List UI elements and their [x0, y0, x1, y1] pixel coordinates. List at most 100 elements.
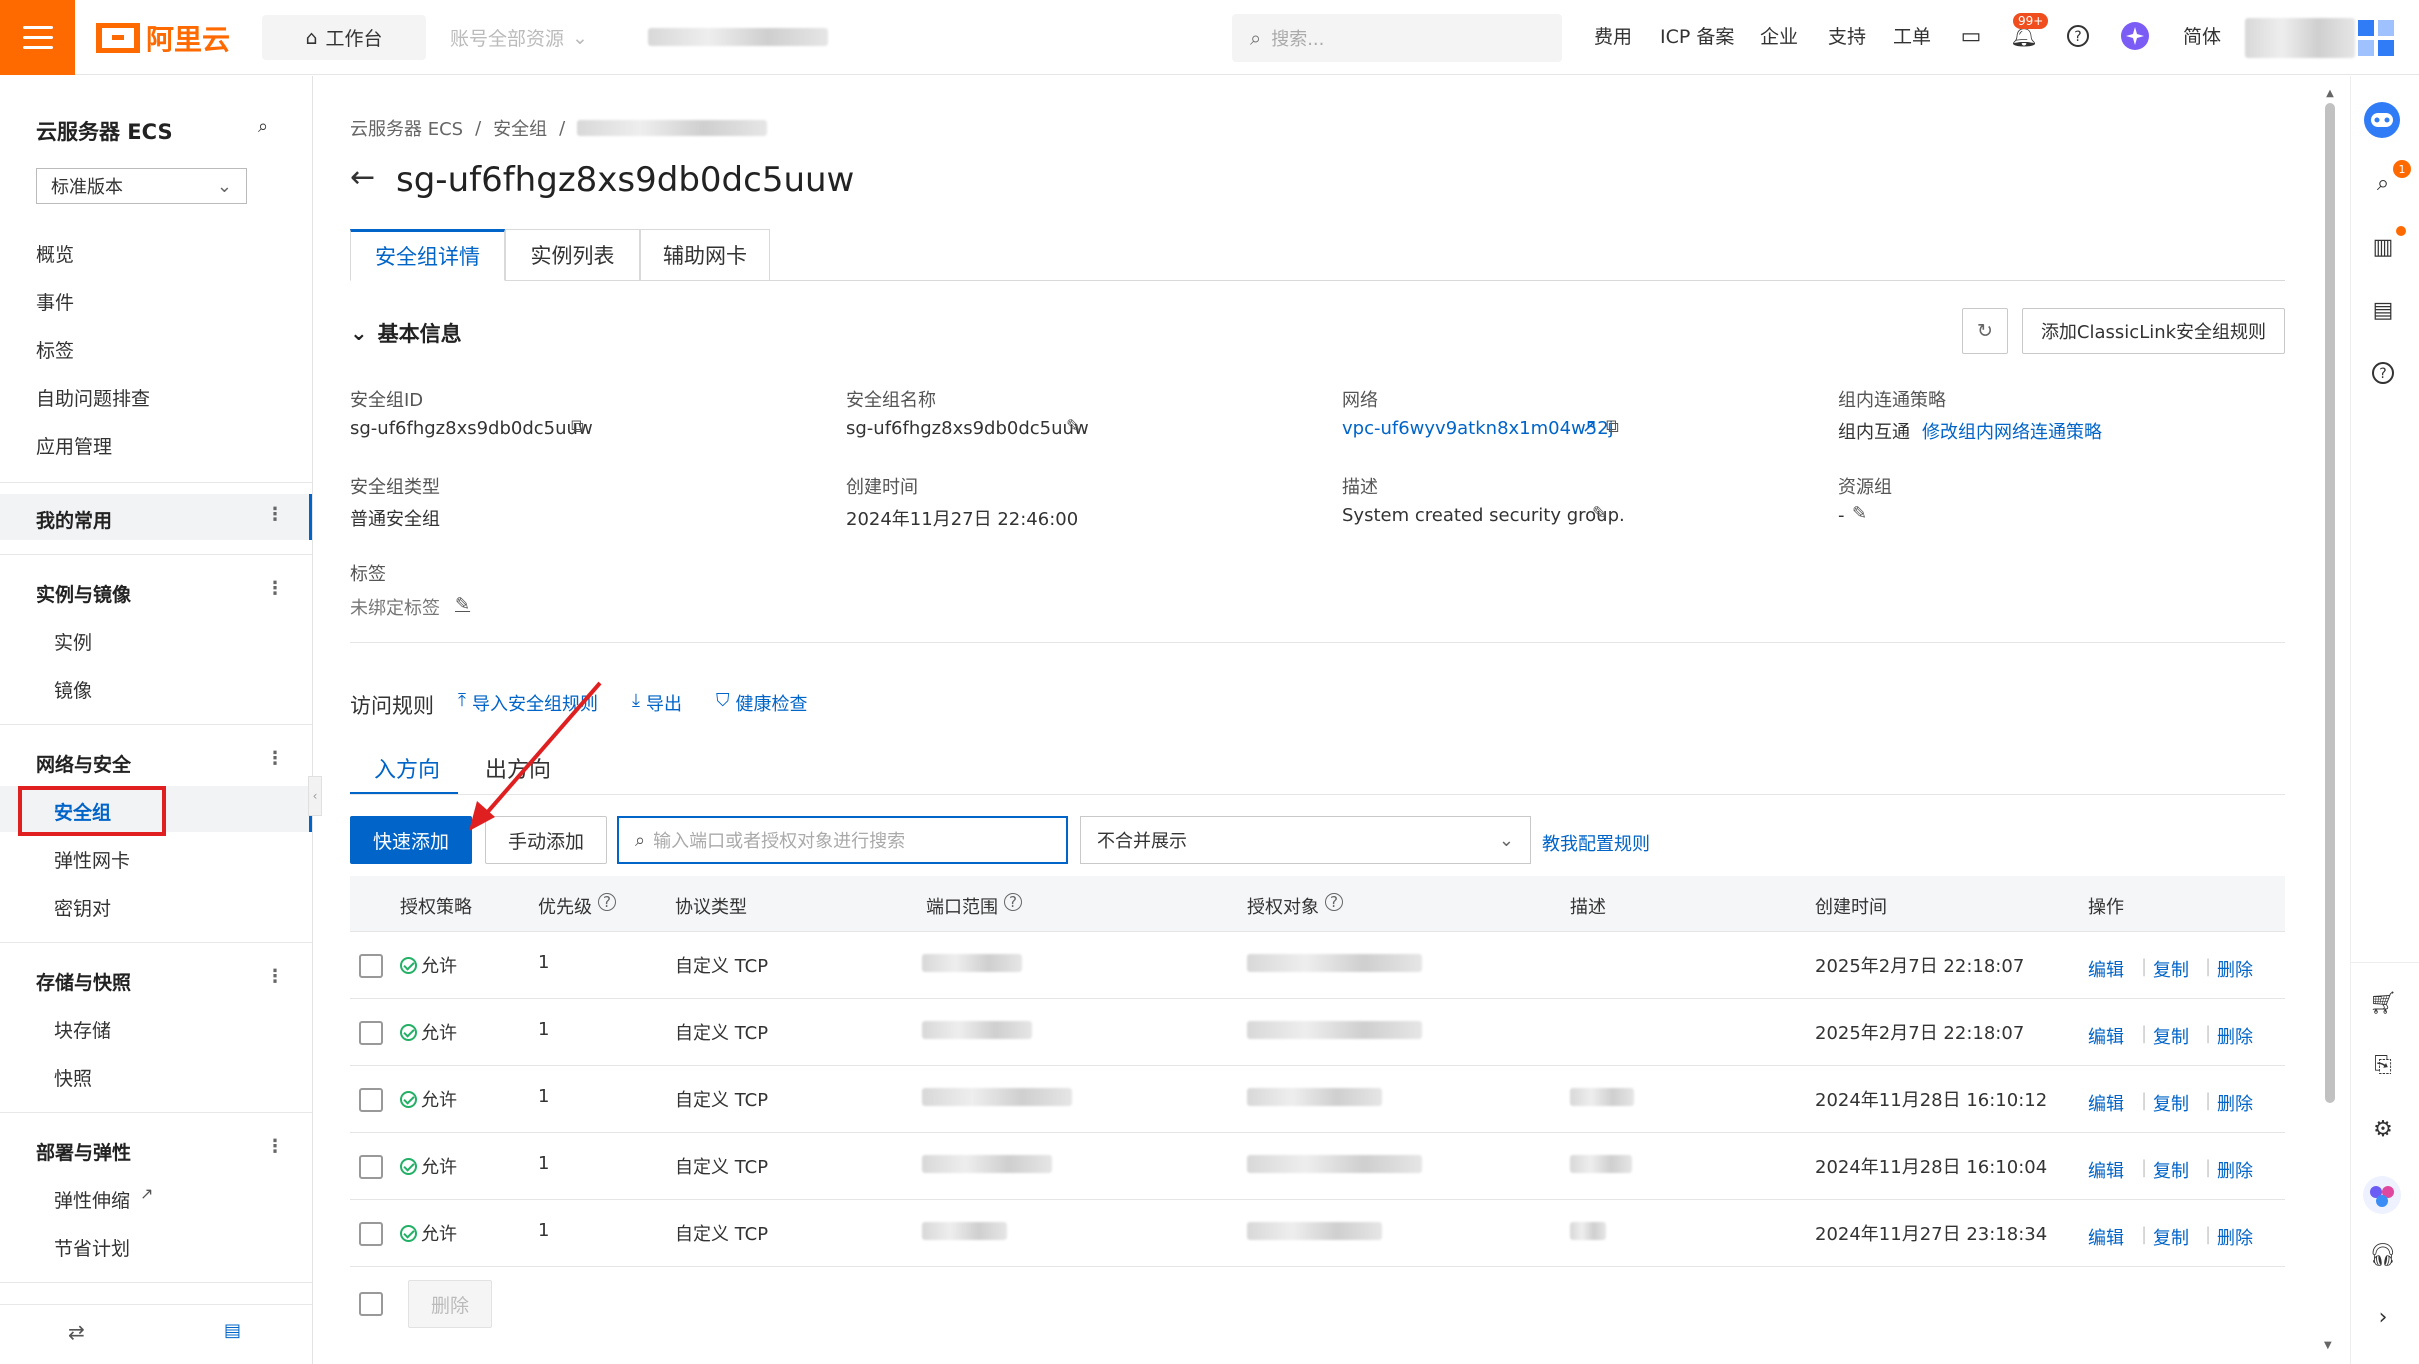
copy-rule-link[interactable]: 复制	[2153, 1157, 2189, 1183]
teach-config-link[interactable]: 教我配置规则	[1542, 830, 1650, 856]
sidebar-group-deploy[interactable]: 部署与弹性	[36, 1138, 131, 1165]
modify-policy-link[interactable]: 修改组内网络连通策略	[1922, 418, 2102, 444]
edit-icon[interactable]: ✎	[1066, 416, 1081, 437]
account-resources-select[interactable]: 账号全部资源 ⌄	[450, 15, 600, 60]
row-checkbox[interactable]	[359, 1088, 383, 1112]
health-check-link[interactable]: ⛉ 健康检查	[716, 690, 808, 716]
sidebar-item-autoscaling[interactable]: 弹性伸缩	[54, 1186, 130, 1213]
sidebar-item-block-storage[interactable]: 块存储	[54, 1016, 111, 1043]
add-classiclink-rule-button[interactable]: 添加ClassicLink安全组规则	[2022, 308, 2285, 354]
edit-icon[interactable]: ✎	[1592, 503, 1607, 524]
help-icon[interactable]: ?	[598, 893, 616, 911]
document-icon[interactable]: ▤	[2368, 295, 2398, 325]
breadcrumb-security-group[interactable]: 安全组	[493, 115, 547, 141]
sidebar-item-snapshot[interactable]: 快照	[54, 1064, 92, 1091]
global-search-input[interactable]: ⌕ 搜索...	[1232, 14, 1562, 62]
vpc-link[interactable]: vpc-uf6wyv9atkn8x1m04w52j	[1342, 418, 1614, 439]
scroll-down-icon[interactable]: ▼	[2324, 1340, 2332, 1351]
sidebar-item-tags[interactable]: 标签	[36, 336, 74, 363]
more-icon[interactable]: ⋮	[266, 504, 284, 525]
bulk-delete-button[interactable]: 删除	[408, 1280, 492, 1328]
tab-instance-list[interactable]: 实例列表	[505, 229, 640, 281]
collapse-basic-info[interactable]: ⌄ 基本信息	[350, 318, 462, 348]
sidebar-item-savings-plan[interactable]: 节省计划	[54, 1234, 130, 1261]
sidebar-item-overview[interactable]: 概览	[36, 240, 74, 267]
sidebar-item-troubleshoot[interactable]: 自助问题排查	[36, 384, 150, 411]
delete-rule-link[interactable]: 删除	[2217, 1224, 2253, 1250]
sidebar-item-image[interactable]: 镜像	[54, 676, 92, 703]
nav-support[interactable]: 支持	[1828, 22, 1866, 49]
tab-sg-detail[interactable]: 安全组详情	[350, 229, 505, 281]
sidebar-item-events[interactable]: 事件	[36, 288, 74, 315]
sidebar-item-keypair[interactable]: 密钥对	[54, 894, 111, 921]
nav-ticket[interactable]: 工单	[1893, 22, 1931, 49]
redacted-user-avatar[interactable]	[2245, 18, 2355, 58]
back-arrow-icon[interactable]: ←	[350, 160, 375, 195]
delete-rule-link[interactable]: 删除	[2217, 1023, 2253, 1049]
copy-rule-link[interactable]: 复制	[2153, 1224, 2189, 1250]
workbench-button[interactable]: ⌂ 工作台	[262, 15, 426, 60]
export-link[interactable]: ⤓ 导出	[632, 690, 682, 716]
ai-assistant-icon[interactable]	[2119, 20, 2151, 52]
message-icon[interactable]: ▤	[224, 1320, 241, 1341]
row-checkbox[interactable]	[359, 1021, 383, 1045]
chevron-right-icon[interactable]: ›	[2368, 1302, 2398, 1332]
sidebar-item-eni[interactable]: 弹性网卡	[54, 846, 130, 873]
version-select[interactable]: 标准版本 ⌄	[36, 168, 247, 204]
tab-inbound[interactable]: 入方向	[374, 752, 440, 784]
nav-billing[interactable]: 费用	[1594, 22, 1632, 49]
external-link-icon[interactable]: ↗	[1582, 416, 1597, 437]
sidebar-item-instance[interactable]: 实例	[54, 628, 92, 655]
more-icon[interactable]: ⋮	[266, 578, 284, 599]
headset-icon[interactable]: 🎧︎	[2368, 1240, 2398, 1270]
robot-assistant-icon[interactable]	[2362, 100, 2402, 140]
help-icon[interactable]: ?	[2062, 20, 2094, 52]
edit-rule-link[interactable]: 编辑	[2088, 1090, 2124, 1116]
sidebar-group-network-security[interactable]: 网络与安全	[36, 750, 131, 777]
cart-icon[interactable]: 🛒︎	[2368, 988, 2398, 1018]
edit-rule-link[interactable]: 编辑	[2088, 956, 2124, 982]
sidebar-group-instances[interactable]: 实例与镜像	[36, 580, 131, 607]
breadcrumb-ecs[interactable]: 云服务器 ECS	[350, 115, 463, 141]
aliyun-logo[interactable]: 阿里云	[96, 18, 230, 58]
scroll-up-icon[interactable]: ▲	[2324, 88, 2336, 99]
row-checkbox[interactable]	[359, 1222, 383, 1246]
delete-rule-link[interactable]: 删除	[2217, 956, 2253, 982]
more-icon[interactable]: ⋮	[266, 1136, 284, 1157]
help-icon[interactable]: ?	[1004, 893, 1022, 911]
edit-rule-link[interactable]: 编辑	[2088, 1157, 2124, 1183]
rule-search-input[interactable]: ⌕ 输入端口或者授权对象进行搜索	[617, 816, 1068, 864]
delete-rule-link[interactable]: 删除	[2217, 1157, 2253, 1183]
app-grid-icon[interactable]	[2358, 20, 2394, 56]
tab-secondary-eni[interactable]: 辅助网卡	[640, 229, 770, 281]
nav-icp[interactable]: ICP 备案	[1660, 22, 1734, 49]
scrollbar-thumb[interactable]	[2325, 103, 2335, 1103]
more-icon[interactable]: ⋮	[266, 966, 284, 987]
more-icon[interactable]: ⋮	[266, 748, 284, 769]
copy-rule-link[interactable]: 复制	[2153, 956, 2189, 982]
edit-icon[interactable]: ✎	[1852, 503, 1867, 524]
merge-display-select[interactable]: 不合并展示 ⌄	[1080, 816, 1531, 864]
edit-icon[interactable]: ✎	[455, 594, 470, 615]
select-all-checkbox[interactable]	[359, 1292, 383, 1316]
notebook-icon[interactable]: ▥	[2368, 232, 2398, 262]
ai-brain-icon[interactable]	[2362, 1175, 2402, 1215]
refresh-button[interactable]: ↻	[1962, 308, 2008, 354]
swap-icon[interactable]: ⇄	[68, 1320, 85, 1344]
settings-icon[interactable]: ⚙	[2368, 1114, 2398, 1144]
copy-icon[interactable]: ⧉	[1606, 416, 1619, 437]
menu-icon[interactable]	[0, 0, 75, 75]
sidebar-group-storage[interactable]: 存储与快照	[36, 968, 131, 995]
sidebar-collapse-handle[interactable]: ‹	[308, 776, 322, 816]
edit-rule-link[interactable]: 编辑	[2088, 1224, 2124, 1250]
delete-rule-link[interactable]: 删除	[2217, 1090, 2253, 1116]
nav-enterprise[interactable]: 企业	[1760, 22, 1798, 49]
page-scrollbar[interactable]: ▲	[2324, 88, 2336, 1348]
language-switch[interactable]: 简体	[2183, 22, 2221, 49]
sidebar-search-icon[interactable]: ⌕	[258, 116, 268, 137]
sidebar-item-app-management[interactable]: 应用管理	[36, 432, 112, 459]
copy-rule-link[interactable]: 复制	[2153, 1090, 2189, 1116]
quick-add-button[interactable]: 快速添加	[350, 816, 472, 864]
copy-rule-link[interactable]: 复制	[2153, 1023, 2189, 1049]
help-icon[interactable]: ?	[2368, 358, 2398, 388]
